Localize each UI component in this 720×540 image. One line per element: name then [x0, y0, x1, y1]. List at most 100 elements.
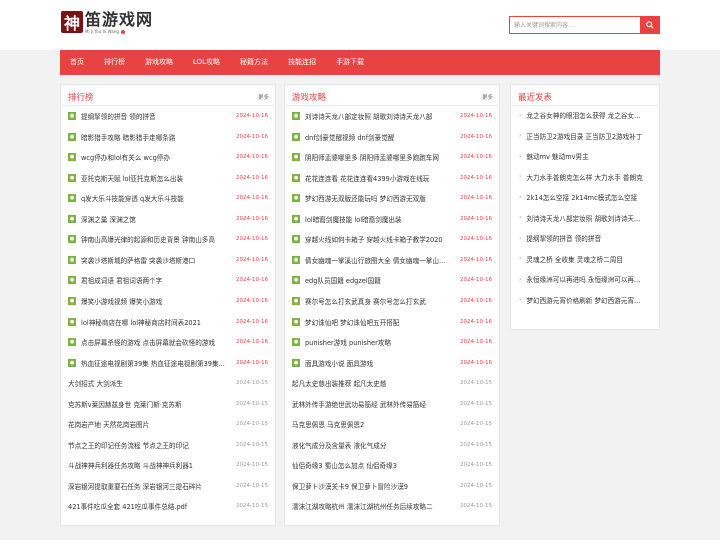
latest-item-title[interactable]: 龙之谷女神的眼泪怎么获得 龙之谷女...: [526, 110, 640, 120]
list-item[interactable]: ● 暗影猎手攻略 暗影猎手走哪条路 2024-10-16: [68, 131, 268, 143]
list-item-title[interactable]: 花花连连看 花花连连看4399小游戏在线玩: [305, 173, 460, 183]
list-item[interactable]: ● 亚托克斯天赋 lol亚托克斯怎么出装 2024-10-16: [68, 172, 268, 184]
list-item[interactable]: 液化气成分及含量表 液化气成分 2024-10-15: [292, 439, 492, 451]
search-button[interactable]: [640, 16, 660, 34]
list-item-title[interactable]: 深岩银河提取重要石任务 深岩银河三提石碎片: [68, 481, 236, 491]
list-item-title[interactable]: 斗战神神兵利器任务攻略 斗战神神兵利器1: [68, 460, 236, 470]
list-item-title[interactable]: 深渊之巢 深渊之馆: [81, 214, 236, 224]
nav-item[interactable]: 游戏攻略: [135, 50, 183, 75]
latest-item[interactable]: › 魅动mv 魅动mv男主: [519, 150, 655, 162]
list-item-title[interactable]: 突袭沙塔斯城的萨格雷 突袭沙塔斯港口: [81, 255, 236, 265]
latest-item-title[interactable]: 正当防卫2游戏目录 正当防卫2游戏补丁: [526, 131, 642, 141]
latest-item[interactable]: › 梦幻西游元宵价格刷新 梦幻西游元宵...: [519, 294, 655, 306]
list-item[interactable]: ● 君祖成词语 君祖词语两个字 2024-10-16: [68, 274, 268, 286]
nav-item[interactable]: 秘籍方法: [230, 50, 278, 75]
list-item[interactable]: ● punisher游戏 punisher攻略 2024-10-16: [292, 336, 492, 348]
nav-item[interactable]: 首页: [60, 50, 94, 75]
list-item-title[interactable]: 大剑招式 大剑派生: [68, 378, 236, 388]
list-item[interactable]: 仙侣奇缘3 蜀山怎么加点 仙侣奇缘3 2024-10-15: [292, 459, 492, 471]
latest-item-title[interactable]: 魅动mv 魅动mv男主: [526, 151, 588, 161]
list-item-title[interactable]: 刘诗诗天龙八部定妆照 胡歌刘诗诗天龙八部: [305, 111, 460, 121]
list-item-title[interactable]: 阴阳师孟婆哪里多 阴阳师孟婆哪里多跑跑车网: [305, 152, 460, 162]
list-item[interactable]: ● q发大乐斗技能穿透 q发大乐斗技能 2024-10-16: [68, 192, 268, 204]
latest-item-title[interactable]: 刘诗诗天龙八部定妆照 胡歌刘诗诗天...: [526, 213, 640, 223]
latest-item[interactable]: › 大力水手普朗克怎么样 大力水手 普朗克: [519, 171, 655, 183]
list-item-title[interactable]: punisher游戏 punisher攻略: [305, 337, 460, 347]
list-item-title[interactable]: dnf剑豪觉醒视频 dnf剑豪觉醒: [305, 132, 460, 142]
nav-item[interactable]: LOL攻略: [183, 50, 230, 75]
list-item-title[interactable]: 保卫萝卜沙漠关卡9 保卫萝卜冒险沙漠9: [292, 481, 460, 491]
list-item[interactable]: 斗战神神兵利器任务攻略 斗战神神兵利器1 2024-10-15: [68, 459, 268, 471]
latest-item[interactable]: › 永恒缘洲可以再进吗 永恒缘洲可以再...: [519, 273, 655, 285]
list-item[interactable]: ● 梦幻诛仙吧 梦幻诛仙吧五开搭配 2024-10-16: [292, 316, 492, 328]
list-item-title[interactable]: 面具游戏小说 面具游戏: [305, 358, 460, 368]
list-item[interactable]: ● 赛尔号怎么打玄武真身 赛尔号怎么打玄武 2024-10-16: [292, 295, 492, 307]
list-item[interactable]: 花岗岩产地 天然花岗岩图片 2024-10-15: [68, 418, 268, 430]
list-item[interactable]: ● 穿越火线如何卡箱子 穿越火线卡箱子教学2020 2024-10-16: [292, 233, 492, 245]
latest-item-title[interactable]: 2k14怎么空接 2k14mc模式怎么空接: [526, 192, 637, 202]
nav-item[interactable]: 手游下载: [326, 50, 374, 75]
latest-item[interactable]: › 正当防卫2游戏目录 正当防卫2游戏补丁: [519, 130, 655, 142]
list-item[interactable]: ● 梦幻西游无双版还能玩吗 梦幻西游无双版 2024-10-16: [292, 192, 492, 204]
list-item[interactable]: ● 倩女幽魂一掌溪山行旅图大全 倩女幽魂一掌山... 2024-10-16: [292, 254, 492, 266]
list-item[interactable]: ● edg队员国籍 edgzel国籍 2024-10-16: [292, 274, 492, 286]
list-item-title[interactable]: 武林外传手游绝世武功易筋经 武林外传易筋经: [292, 399, 460, 409]
list-item-title[interactable]: 倩女幽魂一掌溪山行旅图大全 倩女幽魂一掌山...: [305, 255, 460, 265]
list-item-title[interactable]: 君祖成词语 君祖词语两个字: [81, 275, 236, 285]
latest-item[interactable]: › 2k14怎么空接 2k14mc模式怎么空接: [519, 191, 655, 203]
latest-item-title[interactable]: 大力水手普朗克怎么样 大力水手 普朗克: [526, 172, 642, 182]
list-item[interactable]: ● 钟南山高爆光律的起源和历史背景 钟南山多高 2024-10-16: [68, 233, 268, 245]
list-item-title[interactable]: 暗影猎手攻略 暗影猎手走哪条路: [81, 132, 236, 142]
list-item-title[interactable]: 421事件吃瓜全套 421吃瓜事件总结.pdf: [68, 501, 236, 511]
list-item-title[interactable]: 点击屏幕杀怪的游戏 点击屏幕就会砍怪的游戏: [81, 337, 236, 347]
list-item[interactable]: ● 刘诗诗天龙八部定妆照 胡歌刘诗诗天龙八部 2024-10-16: [292, 110, 492, 122]
list-item-title[interactable]: 克苏斯v莱因赫兹身世 克莱门斯·克苏斯: [68, 399, 236, 409]
latest-item[interactable]: › 提纲挈领的拼音 领的拼音: [519, 232, 655, 244]
list-item-title[interactable]: 亚托克斯天赋 lol亚托克斯怎么出装: [81, 173, 236, 183]
list-item[interactable]: 马克思佩恩 马克思佩恩2 2024-10-15: [292, 418, 492, 430]
list-item-title[interactable]: lol神秘商店在哪 lol神秘商店时间表2021: [81, 317, 236, 327]
list-item[interactable]: ● 面具游戏小说 面具游戏 2024-10-16: [292, 357, 492, 369]
list-item[interactable]: ● wcg停办和lol有关么 wcg停办 2024-10-16: [68, 151, 268, 163]
list-item[interactable]: 大剑招式 大剑派生 2024-10-15: [68, 377, 268, 389]
guides-more-link[interactable]: 更多: [482, 93, 493, 101]
list-item-title[interactable]: lol暗裔剑魔技能 lol暗裔剑魔出装: [305, 214, 460, 224]
list-item[interactable]: ● 热血征途电视剧第39集 热血征途电视剧第39集... 2024-10-16: [68, 357, 268, 369]
list-item-title[interactable]: edg队员国籍 edgzel国籍: [305, 275, 460, 285]
nav-item[interactable]: 技能连招: [278, 50, 326, 75]
list-item-title[interactable]: 赛尔号怎么打玄武真身 赛尔号怎么打玄武: [305, 296, 460, 306]
list-item-title[interactable]: 爆笑小游戏视频 爆笑小游戏: [81, 296, 236, 306]
list-item[interactable]: ● lol神秘商店在哪 lol神秘商店时间表2021 2024-10-16: [68, 316, 268, 328]
latest-item-title[interactable]: 提纲挈领的拼音 领的拼音: [526, 233, 601, 243]
list-item[interactable]: ● 突袭沙塔斯城的萨格雷 突袭沙塔斯港口 2024-10-16: [68, 254, 268, 266]
latest-item[interactable]: › 灵魂之桥 全收集 灵魂之桥二周目: [519, 253, 655, 265]
list-item-title[interactable]: 濡沫江湖攻略杭州 濡沫江湖杭州任务后续攻略二: [292, 501, 460, 511]
list-item[interactable]: 深岩银河提取重要石任务 深岩银河三提石碎片 2024-10-15: [68, 480, 268, 492]
latest-item[interactable]: › 龙之谷女神的眼泪怎么获得 龙之谷女...: [519, 109, 655, 121]
list-item[interactable]: 起凡太史慈出装推荐 起凡太史慈 2024-10-15: [292, 377, 492, 389]
list-item[interactable]: ● lol暗裔剑魔技能 lol暗裔剑魔出装 2024-10-16: [292, 213, 492, 225]
list-item[interactable]: ● dnf剑豪觉醒视频 dnf剑豪觉醒 2024-10-16: [292, 131, 492, 143]
list-item-title[interactable]: 梦幻诛仙吧 梦幻诛仙吧五开搭配: [305, 317, 460, 327]
list-item-title[interactable]: 穿越火线如何卡箱子 穿越火线卡箱子教学2020: [305, 234, 460, 244]
list-item-title[interactable]: 节点之王的印记任务流程 节点之王的印记: [68, 440, 236, 450]
nav-item[interactable]: 排行榜: [94, 50, 135, 75]
list-item-title[interactable]: q发大乐斗技能穿透 q发大乐斗技能: [81, 193, 236, 203]
list-item-title[interactable]: 花岗岩产地 天然花岗岩图片: [68, 419, 236, 429]
list-item[interactable]: ● 阴阳师孟婆哪里多 阴阳师孟婆哪里多跑跑车网 2024-10-16: [292, 151, 492, 163]
list-item-title[interactable]: 热血征途电视剧第39集 热血征途电视剧第39集...: [81, 358, 236, 368]
latest-item-title[interactable]: 灵魂之桥 全收集 灵魂之桥二周目: [526, 254, 623, 264]
list-item[interactable]: 武林外传手游绝世武功易筋经 武林外传易筋经 2024-10-15: [292, 398, 492, 410]
list-item-title[interactable]: 液化气成分及含量表 液化气成分: [292, 440, 460, 450]
list-item-title[interactable]: 提纲挈领的拼音 领的拼音: [81, 111, 236, 121]
list-item[interactable]: ● 深渊之巢 深渊之馆 2024-10-16: [68, 213, 268, 225]
list-item-title[interactable]: 梦幻西游无双版还能玩吗 梦幻西游无双版: [305, 193, 460, 203]
list-item-title[interactable]: 马克思佩恩 马克思佩恩2: [292, 419, 460, 429]
list-item[interactable]: 濡沫江湖攻略杭州 濡沫江湖杭州任务后续攻略二 2024-10-15: [292, 500, 492, 512]
list-item[interactable]: 节点之王的印记任务流程 节点之王的印记 2024-10-15: [68, 439, 268, 451]
list-item-title[interactable]: 起凡太史慈出装推荐 起凡太史慈: [292, 378, 460, 388]
latest-item[interactable]: › 刘诗诗天龙八部定妆照 胡歌刘诗诗天...: [519, 212, 655, 224]
list-item[interactable]: ● 点击屏幕杀怪的游戏 点击屏幕就会砍怪的游戏 2024-10-16: [68, 336, 268, 348]
list-item[interactable]: 克苏斯v莱因赫兹身世 克莱门斯·克苏斯 2024-10-15: [68, 398, 268, 410]
list-item-title[interactable]: 仙侣奇缘3 蜀山怎么加点 仙侣奇缘3: [292, 460, 460, 470]
